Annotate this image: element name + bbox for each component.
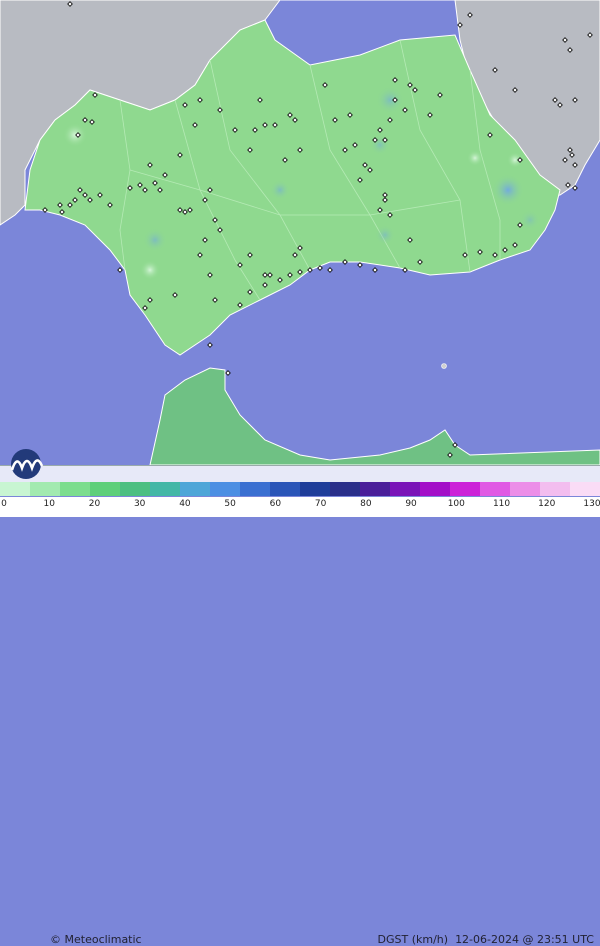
scale-swatch [570,482,600,496]
timestamp: 12-06-2024 @ 23:51 UTC [455,933,594,946]
scale-tick-label: 80 [360,499,372,509]
meteoclimatic-logo-icon [10,449,44,479]
scale-swatch [180,482,211,496]
color-scale [0,482,600,496]
scale-swatch [30,482,61,496]
scale-tick-label: 100 [447,499,465,509]
scale-swatch [90,482,121,496]
scale-tick-label: 40 [179,499,191,509]
alboran-island [441,363,447,369]
scale-swatch [120,482,151,496]
scale-tick-label: 60 [269,499,282,509]
scale-swatch [540,482,571,496]
scale-tick-label: 20 [88,499,101,509]
scale-tick-label: 0 [1,499,7,509]
info-bar: © Meteoclimatic DGST (km/h) 12-06-2024 @… [0,465,600,946]
product-info: DGST (km/h) 12-06-2024 @ 23:51 UTC [378,933,594,946]
variable-label: DGST (km/h) [377,933,449,946]
scale-tick-label: 10 [43,499,55,509]
scale-swatch [270,482,301,496]
scale-swatch [450,482,481,496]
scale-tick-label: 90 [405,499,417,509]
scale-swatch [240,482,271,496]
scale-tick-label: 120 [538,499,556,509]
scale-swatch [210,482,241,496]
scale-tick-label: 110 [492,499,511,509]
map-canvas [0,0,600,466]
scale-tick-label: 50 [224,499,236,509]
scale-swatch [60,482,91,496]
weather-map: © Meteoclimatic DGST (km/h) 12-06-2024 @… [0,0,600,946]
scale-swatch [150,482,181,496]
scale-swatch [510,482,541,496]
scale-swatch [420,482,451,496]
scale-swatch [360,482,391,496]
scale-tick-label: 130 [583,499,600,509]
scale-swatch [300,482,331,496]
scale-tick-label: 30 [133,499,146,509]
brand-text: © Meteoclimatic [50,933,142,946]
scale-swatch [390,482,421,496]
scale-swatch [0,482,31,496]
scale-tick-label: 70 [314,499,327,509]
scale-swatch [480,482,511,496]
scale-swatch [330,482,361,496]
color-scale-labels: 0 10 20 30 40 50 60 70 80 90 100 110 120 130 [0,497,600,517]
